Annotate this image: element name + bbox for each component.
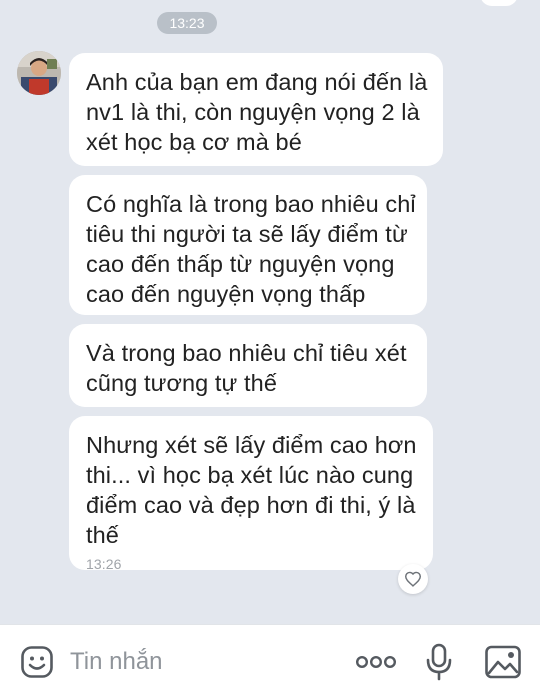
sticker-button[interactable] [20, 645, 54, 679]
message-text-line: Nhưng xét sẽ lấy điểm cao hơn [86, 432, 417, 458]
message-text-line: tiêu thi người ta sẽ lấy điểm từ [86, 221, 408, 247]
message-text-line: Có nghĩa là trong bao nhiêu chỉ [86, 191, 416, 217]
message-bubble[interactable]: Nhưng xét sẽ lấy điểm cao hơn thi... vì … [69, 416, 433, 572]
message-timestamp: 13:26 [86, 556, 122, 572]
image-gallery-icon [485, 645, 521, 679]
message-text-line: xét học bạ cơ mà bé [86, 129, 302, 155]
react-button[interactable] [398, 564, 428, 594]
message-text-line: cao đến nguyện vọng thấp [86, 281, 366, 307]
message-composer [0, 624, 540, 697]
message-text-line: nv1 là thi, còn nguyện vọng 2 là [86, 99, 420, 125]
send-image-button[interactable] [484, 644, 522, 680]
message-text-line: điểm cao và đẹp hơn đi thi, ý là [86, 492, 416, 518]
microphone-icon [426, 643, 452, 681]
smiley-sticker-icon [21, 646, 53, 678]
previous-message-bubble-partial [480, 0, 518, 6]
message-text-line: cao đến thấp từ nguyện vọng [86, 251, 395, 277]
message-input[interactable] [70, 645, 330, 679]
message-bubble[interactable]: Anh của bạn em đang nói đến là nv1 là th… [69, 53, 443, 166]
time-separator: 13:23 [157, 12, 217, 34]
heart-outline-icon [404, 571, 422, 587]
sender-avatar[interactable] [17, 51, 61, 95]
message-bubble[interactable]: Và trong bao nhiêu chỉ tiêu xét cũng tươ… [69, 324, 427, 407]
message-text-line: cũng tương tự thế [86, 370, 277, 396]
voice-message-button[interactable] [424, 642, 454, 682]
message-text-line: Anh của bạn em đang nói đến là [86, 69, 428, 95]
message-bubble[interactable]: Có nghĩa là trong bao nhiêu chỉ tiêu thi… [69, 175, 427, 315]
message-text-line: thế [86, 522, 119, 548]
more-options-button[interactable] [354, 650, 398, 674]
avatar-image [17, 51, 61, 95]
more-options-icon [355, 655, 397, 669]
message-text-line: thi... vì học bạ xét lúc nào cung [86, 462, 414, 488]
message-text-line: Và trong bao nhiêu chỉ tiêu xét [86, 340, 407, 366]
